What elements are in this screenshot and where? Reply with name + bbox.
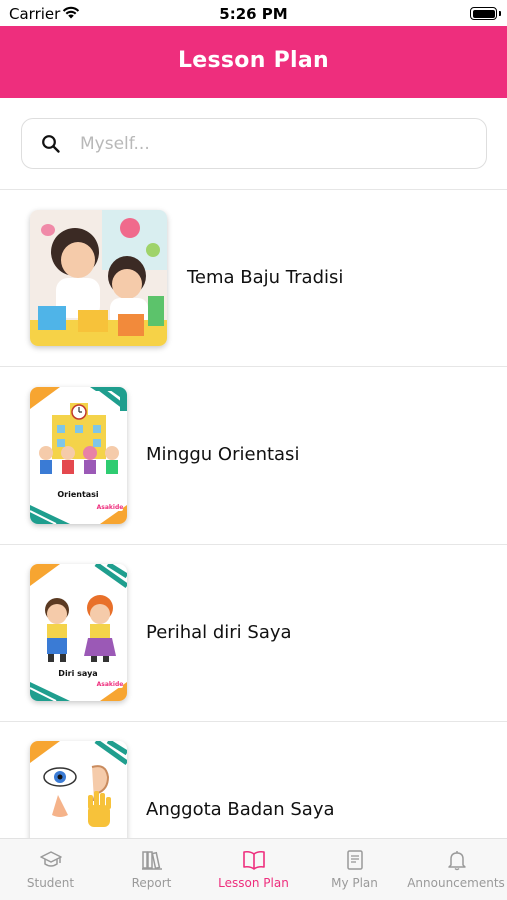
- search-box[interactable]: [21, 118, 487, 169]
- lesson-thumbnail-photo: [30, 210, 167, 346]
- lesson-title: Minggu Orientasi: [146, 444, 300, 465]
- search-input[interactable]: [80, 132, 460, 156]
- lesson-item-tema-baju-tradisi[interactable]: Tema Baju Tradisi: [0, 190, 507, 366]
- graduation-cap-icon: [40, 851, 62, 867]
- tab-my-plan[interactable]: My Plan: [304, 839, 405, 900]
- lesson-item-perihal-diri-saya[interactable]: Diri saya Asakide Perihal diri Saya: [0, 545, 507, 721]
- tab-bar: Student Report Lesson Plan My Plan Annou…: [0, 838, 507, 900]
- tab-student[interactable]: Student: [0, 839, 101, 900]
- thumbnail-caption: Orientasi: [57, 490, 99, 499]
- battery-nub: [499, 11, 501, 16]
- app-header: Lesson Plan: [0, 26, 507, 98]
- thumbnail-caption: Diri saya: [58, 669, 97, 678]
- lesson-item-anggota-badan-saya[interactable]: Anggota Badan Saya: [0, 722, 507, 838]
- boy-girl-illustration: Diri saya Asakide: [30, 564, 127, 701]
- bell-icon: [448, 851, 466, 871]
- school-children-illustration: Orientasi Asakide: [30, 387, 127, 524]
- clock: 5:26 PM: [219, 5, 288, 23]
- open-book-icon: [243, 850, 265, 870]
- lesson-item-minggu-orientasi[interactable]: Orientasi Asakide Minggu Orientasi: [0, 367, 507, 543]
- status-bar: Carrier 5:26 PM: [0, 0, 507, 26]
- lesson-title: Perihal diri Saya: [146, 622, 292, 643]
- lesson-thumbnail-card: Diri saya Asakide: [30, 564, 127, 701]
- tab-label: Announcements: [407, 876, 505, 890]
- tab-lesson-plan[interactable]: Lesson Plan: [203, 839, 304, 900]
- tab-label: Lesson Plan: [218, 876, 289, 890]
- lesson-thumbnail-card: Orientasi Asakide: [30, 387, 127, 524]
- tab-label: Report: [131, 876, 172, 890]
- tab-label: Student: [26, 876, 75, 890]
- lesson-thumbnail-card: [30, 741, 127, 838]
- body-parts-illustration: [30, 741, 127, 838]
- thumbnail-badge: Asakide: [97, 681, 124, 688]
- tab-announcements[interactable]: Announcements: [405, 839, 507, 900]
- tab-report[interactable]: Report: [101, 839, 202, 900]
- search-icon: [42, 135, 60, 153]
- notebook-icon: [347, 850, 363, 870]
- lesson-title: Tema Baju Tradisi: [187, 267, 344, 288]
- children-playing-image: [30, 210, 167, 346]
- lesson-title: Anggota Badan Saya: [146, 799, 335, 820]
- books-icon: [142, 851, 162, 870]
- battery-icon: [470, 7, 497, 20]
- tab-label: My Plan: [331, 876, 378, 890]
- thumbnail-badge: Asakide: [97, 504, 124, 511]
- page-title: Lesson Plan: [177, 48, 330, 73]
